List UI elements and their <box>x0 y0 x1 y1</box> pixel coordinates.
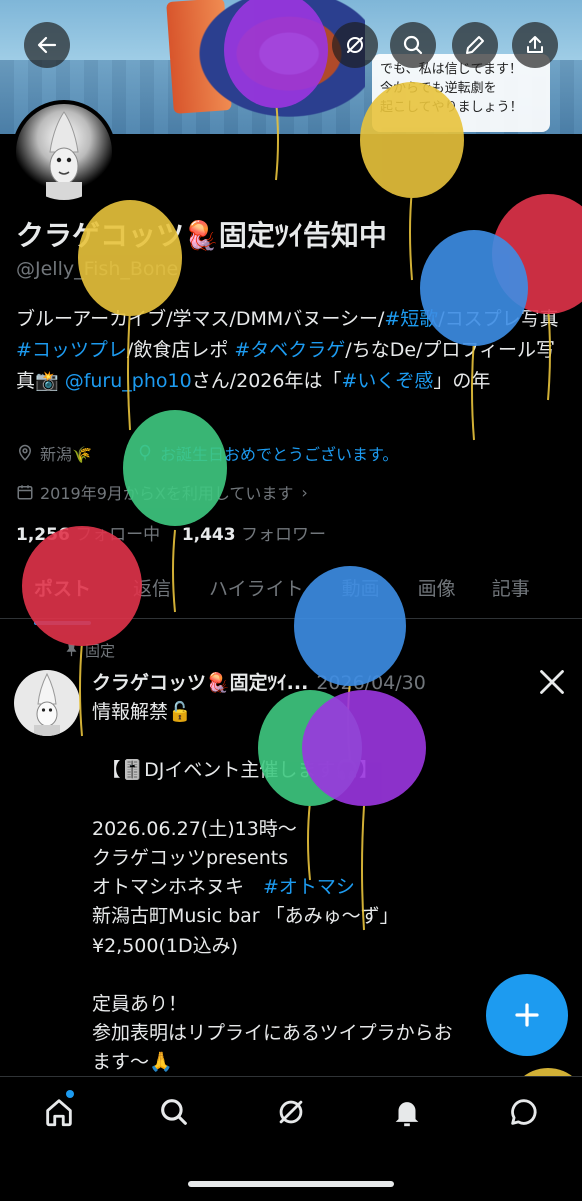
post-header: クラゲコッツ🪼固定ﾂｲ... 2026/04/30 <box>92 668 426 695</box>
home-notification-dot <box>66 1090 74 1098</box>
pin-icon <box>66 644 77 657</box>
followers-count: 1,443 <box>181 525 236 545</box>
tab-media[interactable]: 画像 <box>418 568 456 618</box>
profile-joined-row[interactable]: 2019年9月からXを利用しています › <box>16 480 308 504</box>
pencil-icon <box>466 36 484 54</box>
pinned-indicator: 固定 <box>64 640 115 661</box>
profile-display-name: クラゲコッツ🪼固定ﾂｲ告知中 <box>16 219 387 252</box>
banner-speech-bubble: でも、私は信じてます！ 今からでも逆転劇を 起こしてやりましょう！ <box>372 54 550 132</box>
bio-text: 」の年 <box>433 370 491 392</box>
profile-handle: @Jelly_Fish_Bone <box>16 258 179 280</box>
profile-avatar[interactable] <box>12 100 116 204</box>
bio-text: /コスプレ写真 <box>438 308 559 330</box>
following-count: 1,256 <box>16 525 70 545</box>
follow-stats: 1,256 フォロー中 1,443 フォロワー <box>16 520 326 545</box>
messages-icon[interactable] <box>507 1095 541 1129</box>
home-icon[interactable] <box>42 1095 76 1129</box>
following-label: フォロー中 <box>75 525 161 545</box>
avatar-figure <box>16 104 112 200</box>
post-author-name[interactable]: クラゲコッツ🪼固定ﾂｲ... <box>92 672 308 694</box>
following-link[interactable]: 1,256 フォロー中 <box>16 525 160 545</box>
profile-bio: ブルーアーカイブ/学マス/DMMバヌーシー/#短歌/コスプレ写真 #コッツプレ/… <box>16 304 572 397</box>
tab-posts[interactable]: ポスト <box>34 568 92 625</box>
avatar-figure <box>14 670 80 736</box>
search-button[interactable] <box>390 22 436 68</box>
profile-meta-row: 新潟🌾 お誕生日おめでとうございます。 <box>16 441 398 465</box>
followers-link[interactable]: 1,443 フォロワー <box>182 525 326 545</box>
post-author-avatar[interactable] <box>14 670 80 736</box>
balloon-icon <box>139 444 151 461</box>
bio-hashtag-cottspure[interactable]: #コッツプレ <box>16 339 127 361</box>
bio-hashtag-ikuzokan[interactable]: #いくぞ感 <box>341 370 433 392</box>
plus-icon <box>515 1003 539 1027</box>
back-button[interactable] <box>24 22 70 68</box>
share-button[interactable] <box>512 22 558 68</box>
tab-highlights[interactable]: ハイライト <box>209 568 304 618</box>
share-icon <box>527 36 543 53</box>
speech-line: 今からでも逆転劇を <box>380 81 497 96</box>
grok-icon[interactable] <box>274 1095 308 1129</box>
banner-character <box>175 0 365 134</box>
bio-text: さん/2026年は「 <box>191 370 342 392</box>
profile-joined-date: 2019年9月からXを利用しています <box>40 484 294 503</box>
post-text-part: 新潟古町Music bar 「あみゅ〜ず」 ¥2,500(1D込み) 定員あり！… <box>92 905 453 1074</box>
home-indicator <box>188 1181 394 1187</box>
bio-hashtag-tabekurage[interactable]: #タベクラゲ <box>234 339 345 361</box>
post-hashtag-otomashi[interactable]: #オトマシ <box>263 876 355 898</box>
grok-button[interactable] <box>332 22 378 68</box>
search-icon <box>403 35 423 55</box>
calendar-icon <box>17 485 33 500</box>
bio-mention-link[interactable]: @furu_pho10 <box>65 370 192 392</box>
x-logo-icon <box>540 670 564 694</box>
profile-location: 新潟🌾 <box>40 445 92 464</box>
search-icon[interactable] <box>157 1095 191 1129</box>
bio-text: /飲食店レポ <box>126 339 235 361</box>
bio-hashtag-tanka[interactable]: #短歌 <box>384 308 438 330</box>
tab-videos[interactable]: 動画 <box>342 568 380 618</box>
post-date: 2026/04/30 <box>316 672 426 694</box>
post-text-part: 情報解禁🔓 【🎚️DJイベント主催します🎧】 2026.06.27(土)13時〜… <box>92 701 379 899</box>
grok-icon <box>347 37 363 53</box>
compose-button[interactable] <box>486 974 568 1056</box>
profile-tabs: ポスト 返信 ハイライト 動画 画像 記事 <box>0 568 582 625</box>
notifications-icon[interactable] <box>390 1095 424 1129</box>
chevron-right-icon: › <box>301 482 308 502</box>
tab-replies[interactable]: 返信 <box>133 568 171 618</box>
back-arrow-icon <box>37 36 57 54</box>
birthday-message[interactable]: お誕生日おめでとうございます。 <box>160 441 398 465</box>
followers-label: フォロワー <box>241 525 326 545</box>
bio-text: ブルーアーカイブ/学マス/DMMバヌーシー/ <box>16 308 385 330</box>
location-pin-icon <box>18 444 32 461</box>
speech-line: 起こしてやりましょう！ <box>380 100 523 115</box>
pinned-label: 固定 <box>85 642 116 660</box>
edit-button[interactable] <box>452 22 498 68</box>
tab-articles[interactable]: 記事 <box>492 568 530 618</box>
